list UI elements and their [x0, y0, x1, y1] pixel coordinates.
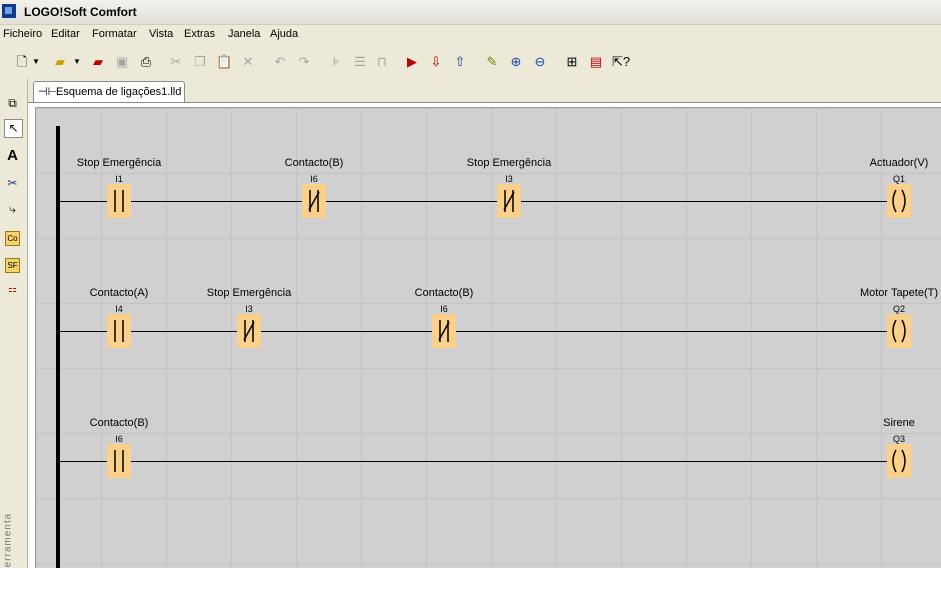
- element-name-label: Stop Emergência: [76, 157, 162, 169]
- output-coil[interactable]: [887, 184, 911, 218]
- rung-line[interactable]: [60, 331, 910, 332]
- element-address-label: Q3: [892, 434, 906, 444]
- output-coil[interactable]: [887, 314, 911, 348]
- element-address-label: I1: [115, 174, 123, 184]
- context-help-icon[interactable]: ⇱?: [612, 54, 630, 70]
- element-name-label: Sirene: [883, 417, 915, 429]
- ladder-canvas[interactable]: [35, 107, 941, 569]
- output-coil[interactable]: [887, 444, 911, 478]
- element-address-label: I6: [115, 434, 123, 444]
- zoom-out-icon[interactable]: ⊖: [532, 54, 548, 70]
- power-rail: [56, 126, 60, 568]
- menu-extras[interactable]: Extras: [184, 28, 215, 40]
- pen-icon[interactable]: ✎: [484, 54, 500, 70]
- element-name-label: Stop Emergência: [466, 157, 552, 169]
- paste-icon[interactable]: 📋: [216, 54, 232, 70]
- tab-strip: ⊣⊢ Esquema de ligações1.lld: [28, 79, 941, 103]
- element-name-label: Contacto(B): [89, 417, 149, 429]
- ladder-diagram-icon: ⊣⊢: [38, 86, 58, 98]
- sidebar-label: Ferramenta: [2, 512, 14, 575]
- transfer-pc-to-logo-icon[interactable]: ⇩: [428, 54, 444, 70]
- window-restore-icon[interactable]: ⧉: [4, 95, 21, 112]
- nc-contact[interactable]: [302, 184, 326, 218]
- element-name-label: Stop Emergência: [206, 287, 292, 299]
- element-address-label: Q1: [892, 174, 906, 184]
- network-tool-icon[interactable]: ⚏: [4, 281, 21, 298]
- window-title: LOGO!Soft Comfort: [24, 5, 137, 19]
- no-contact[interactable]: [107, 444, 131, 478]
- text-tool-icon[interactable]: A: [4, 147, 21, 164]
- transfer-logo-to-pc-icon[interactable]: ⇧: [452, 54, 468, 70]
- fit-page-icon[interactable]: ⊞: [564, 54, 580, 70]
- connect-tool-icon[interactable]: ✂: [4, 175, 21, 192]
- open-folder-icon[interactable]: ▰: [52, 54, 68, 70]
- element-address-label: I3: [505, 174, 513, 184]
- element-name-label: Contacto(A): [89, 287, 149, 299]
- cut-icon[interactable]: ✂: [168, 54, 184, 70]
- delete-icon[interactable]: ✕: [240, 54, 256, 70]
- tool-sidebar: ⧉ ↖ A ✂ ⤷ Co SF ⚏ Ferramenta: [0, 79, 28, 575]
- title-bar: LOGO!Soft Comfort: [0, 0, 941, 25]
- menu-ajuda[interactable]: Ajuda: [270, 28, 298, 40]
- element-name-label: Actuador(V): [869, 157, 929, 169]
- element-address-label: I6: [440, 304, 448, 314]
- rung-line[interactable]: [60, 201, 910, 202]
- menu-janela[interactable]: Janela: [228, 28, 260, 40]
- element-name-label: Motor Tapete(T): [859, 287, 939, 299]
- element-name-label: Contacto(B): [414, 287, 474, 299]
- redo-icon[interactable]: ↷: [296, 54, 312, 70]
- status-area: [0, 568, 941, 610]
- rung-line[interactable]: [60, 461, 910, 462]
- no-contact[interactable]: [107, 184, 131, 218]
- zoom-in-icon[interactable]: ⊕: [508, 54, 524, 70]
- nc-contact[interactable]: [432, 314, 456, 348]
- new-file-icon[interactable]: 🗋: [14, 54, 30, 70]
- align-icon[interactable]: ⊧: [328, 54, 344, 70]
- tab-label: Esquema de ligações1.lld: [56, 86, 182, 98]
- close-file-icon[interactable]: ▰: [90, 54, 106, 70]
- select-arrow-icon[interactable]: ↖: [4, 119, 23, 138]
- open-dropdown-icon[interactable]: ▼: [72, 54, 82, 70]
- simulation-icon[interactable]: ▶: [404, 54, 420, 70]
- copy-icon[interactable]: ❐: [192, 54, 208, 70]
- element-address-label: I4: [115, 304, 123, 314]
- tab-esquema[interactable]: ⊣⊢ Esquema de ligações1.lld: [33, 81, 185, 102]
- toolbar: 🗋 ▼ ▰ ▼ ▰ ▣ ⎙ ✂ ❐ 📋 ✕ ↶ ↷ ⊧ ☰ ⊓ ▶ ⇩ ⇧ ✎ …: [0, 45, 941, 79]
- menu-vista[interactable]: Vista: [149, 28, 173, 40]
- no-contact[interactable]: [107, 314, 131, 348]
- save-icon[interactable]: ▣: [114, 54, 130, 70]
- menu-formatar[interactable]: Formatar: [92, 28, 137, 40]
- block-icon[interactable]: ⊓: [374, 54, 390, 70]
- app-icon: [2, 4, 16, 18]
- menu-bar: Ficheiro Editar Formatar Vista Extras Ja…: [0, 25, 941, 45]
- special-functions-tool-icon[interactable]: SF: [5, 258, 20, 273]
- distribute-icon[interactable]: ☰: [352, 54, 368, 70]
- nc-contact[interactable]: [497, 184, 521, 218]
- element-address-label: Q2: [892, 304, 906, 314]
- nc-contact[interactable]: [237, 314, 261, 348]
- undo-icon[interactable]: ↶: [272, 54, 288, 70]
- element-address-label: I6: [310, 174, 318, 184]
- constants-tool-icon[interactable]: Co: [5, 231, 20, 246]
- element-name-label: Contacto(B): [284, 157, 344, 169]
- new-dropdown-icon[interactable]: ▼: [31, 54, 41, 70]
- split-connection-icon[interactable]: ⤷: [4, 201, 21, 218]
- element-address-label: I3: [245, 304, 253, 314]
- menu-editar[interactable]: Editar: [51, 28, 80, 40]
- menu-ficheiro[interactable]: Ficheiro: [3, 28, 42, 40]
- print-icon[interactable]: ⎙: [138, 54, 154, 70]
- page-setup-icon[interactable]: ▤: [588, 54, 604, 70]
